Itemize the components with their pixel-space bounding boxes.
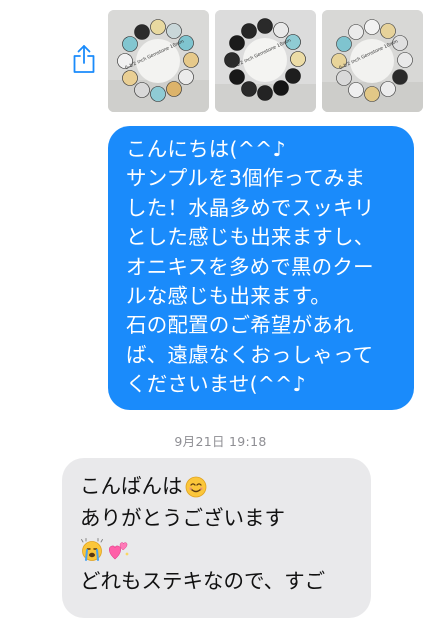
message-line: こんばんは xyxy=(80,474,183,498)
bracelet-photo-mixed[interactable]: 6-1/2 inch Gemstone 10mm xyxy=(108,10,209,112)
message-line: くださいませ(^^♪ xyxy=(126,372,306,397)
smiling-face-emoji-icon xyxy=(185,476,207,498)
photo-attachments: 6-1/2 inch Gemstone 10mm 6-1/2 inch Gems… xyxy=(108,10,423,112)
message-line: ルな感じも出来ます。 xyxy=(126,284,331,309)
message-timestamp: 9月21日 19:18 xyxy=(174,434,267,449)
message-line: オニキスを多めで黒のクー xyxy=(126,254,374,279)
message-line: こんにちは(^^♪ xyxy=(126,137,286,161)
bracelet-photo-crystal[interactable]: 6-1/2 inch Gemstone 10mm xyxy=(322,10,423,112)
message-line: どれもステキなので、すご xyxy=(80,568,326,593)
outgoing-message-bubble[interactable]: こんにちは(^^♪ サンプルを3個作ってみま した！水晶多めでスッキリ とした感… xyxy=(108,126,414,410)
share-button[interactable] xyxy=(70,44,98,78)
incoming-message-bubble[interactable]: こんばんは ありがとうございます どれもステキなので、すご xyxy=(62,458,371,618)
share-icon xyxy=(72,44,96,78)
message-line: とした感じも出来ますし、 xyxy=(126,225,375,250)
sparkling-heart-emoji-icon xyxy=(106,538,130,562)
message-line: 石の配置のご希望があれ xyxy=(126,313,354,338)
crying-face-emoji-icon xyxy=(80,537,104,562)
bracelet-photo-onyx[interactable]: 6-1/2 inch Gemstone 10mm xyxy=(215,10,316,112)
message-line: ありがとうございます xyxy=(80,505,285,530)
message-line: サンプルを3個作ってみま xyxy=(126,166,366,191)
message-line: ば、遠慮なくおっしゃって xyxy=(126,342,374,367)
message-line: した！水晶多めでスッキリ xyxy=(126,195,375,220)
